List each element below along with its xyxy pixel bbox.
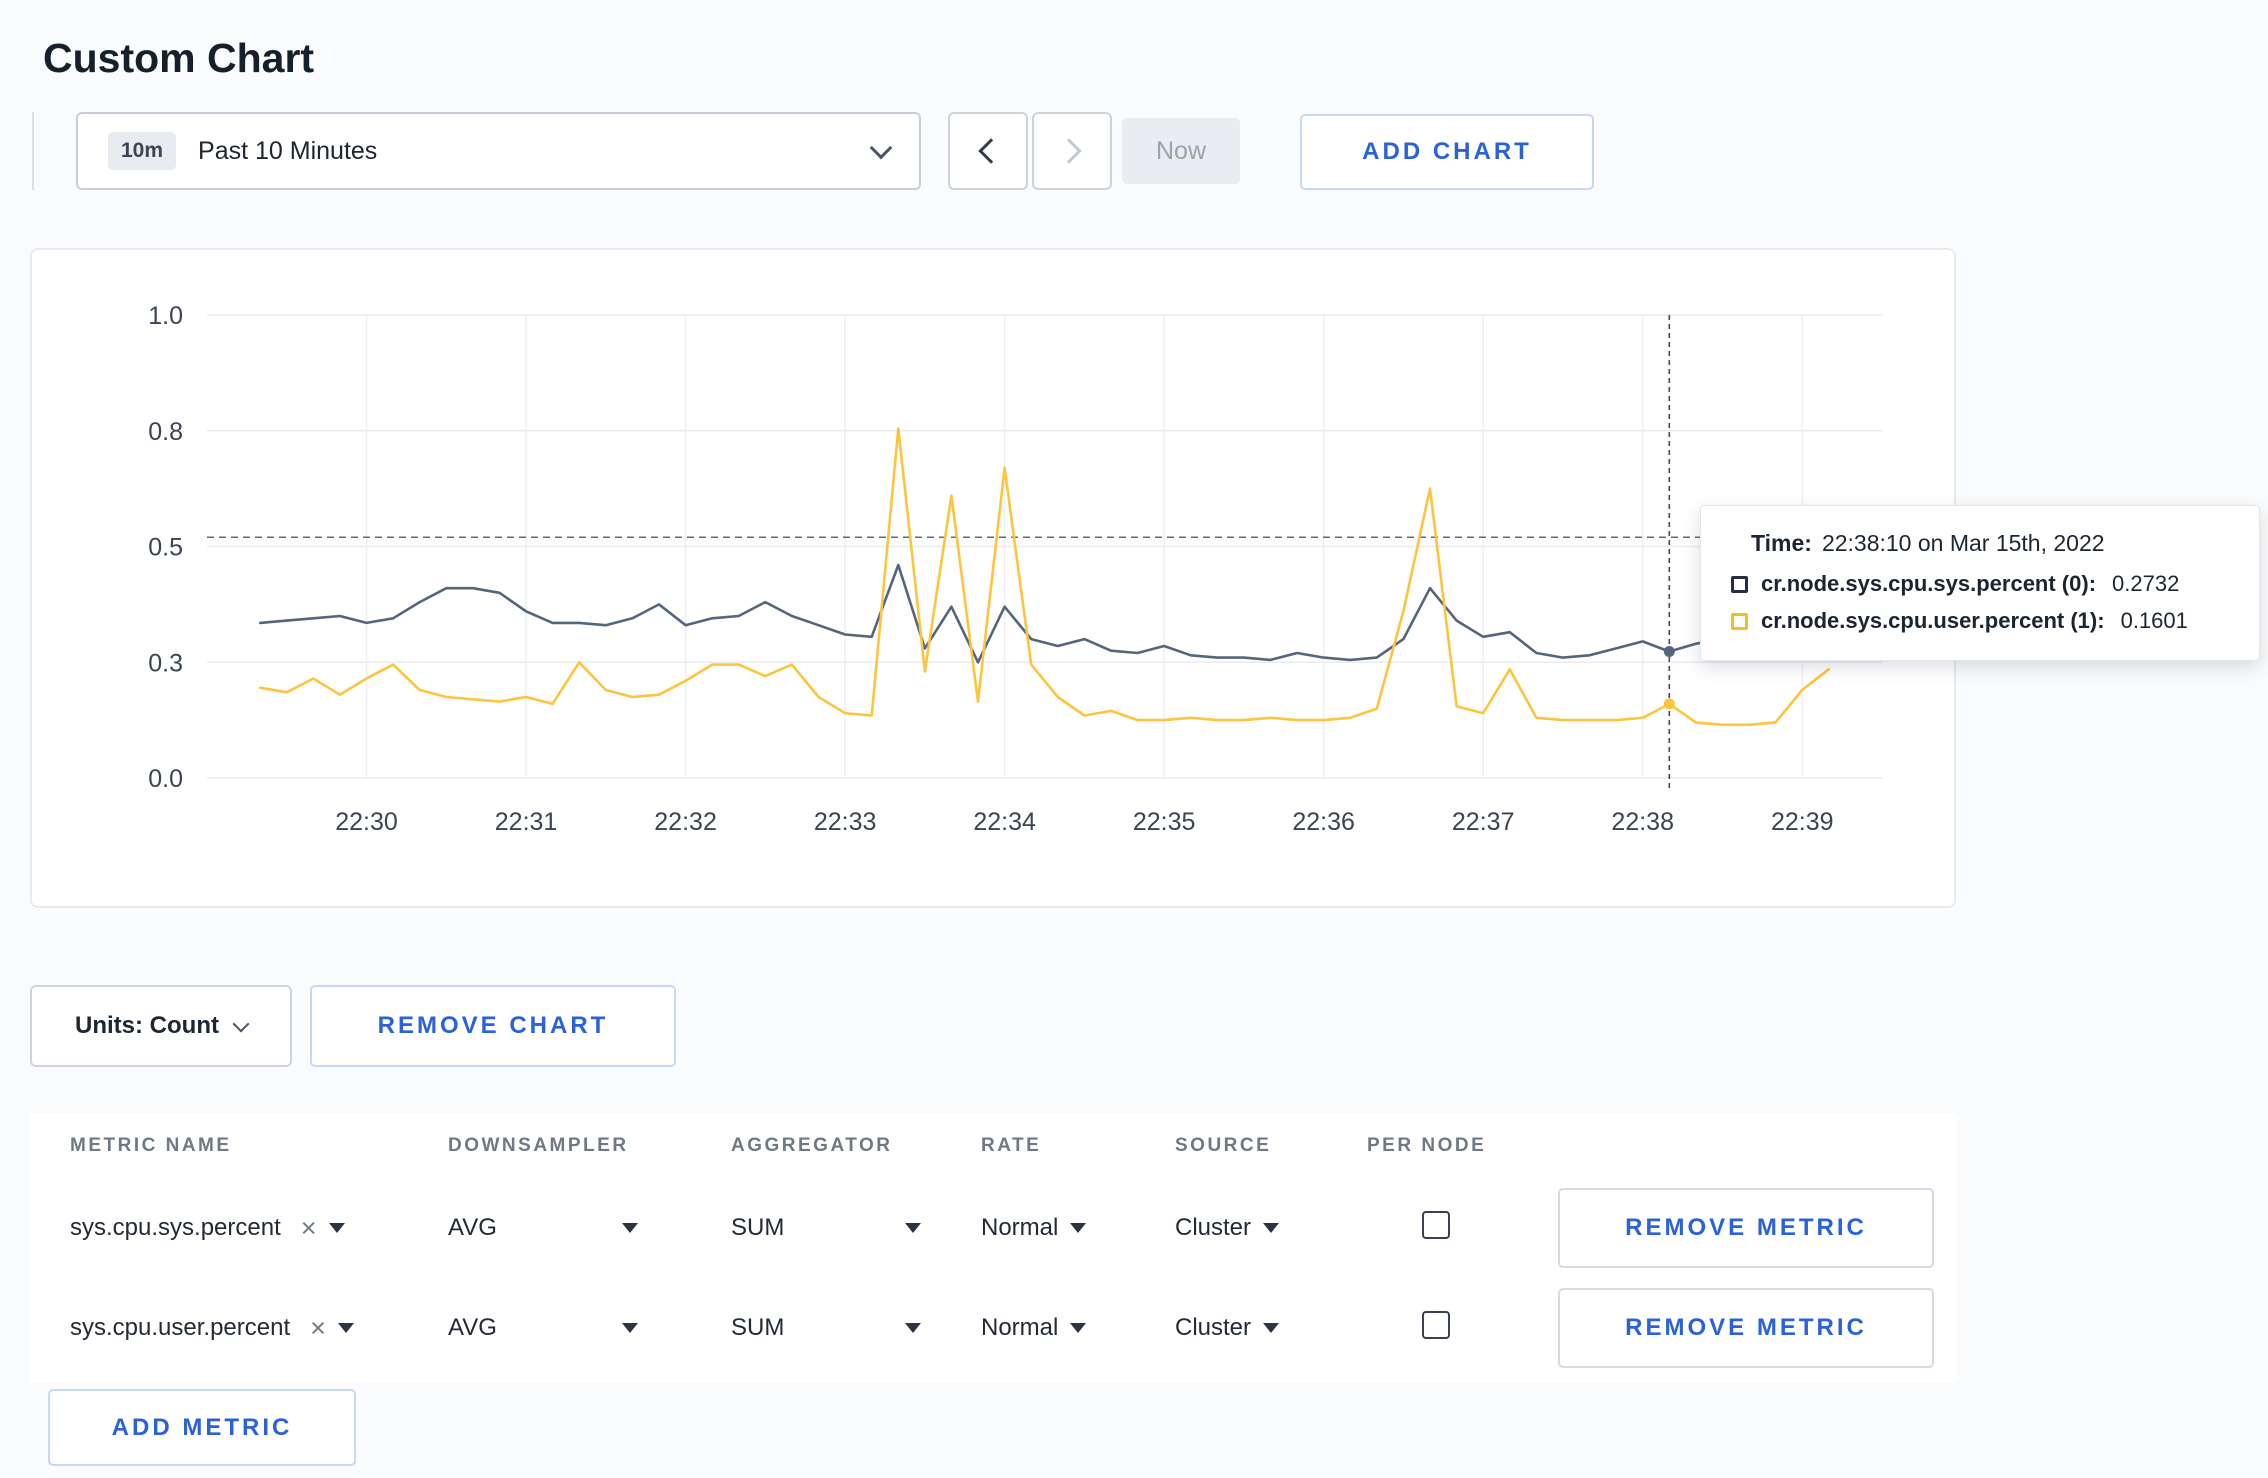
tooltip-series-row: cr.node.sys.cpu.user.percent (1): 0.1601 — [1731, 608, 2229, 634]
caret-down-icon — [905, 1323, 921, 1333]
caret-down-icon — [1263, 1323, 1280, 1333]
add-metric-button[interactable]: ADD METRIC — [48, 1389, 356, 1466]
aggregator-select[interactable]: SUM — [731, 1314, 921, 1342]
tooltip-time-label: Time: — [1751, 530, 1812, 556]
caret-down-icon — [622, 1323, 638, 1333]
rate-value: Normal — [981, 1314, 1059, 1341]
caret-down-icon — [337, 1323, 354, 1333]
metric-name-select[interactable]: sys.cpu.sys.percent × — [30, 1214, 448, 1242]
metrics-table: METRIC NAME DOWNSAMPLER AGGREGATOR RATE … — [30, 1114, 1956, 1382]
time-range-select[interactable]: 10m Past 10 Minutes — [76, 112, 921, 190]
svg-text:22:36: 22:36 — [1292, 808, 1355, 836]
svg-text:22:35: 22:35 — [1133, 808, 1196, 836]
now-button[interactable]: Now — [1122, 118, 1240, 184]
add-chart-button[interactable]: ADD CHART — [1300, 114, 1594, 190]
caret-down-icon — [328, 1223, 345, 1233]
svg-text:0.0: 0.0 — [148, 765, 183, 793]
caret-down-icon — [905, 1223, 921, 1233]
rate-select[interactable]: Normal — [981, 1314, 1175, 1342]
aggregator-value: SUM — [731, 1314, 785, 1341]
metric-row: sys.cpu.user.percent × AVG SUM Normal Cl… — [30, 1278, 1956, 1378]
caret-down-icon — [1263, 1223, 1280, 1233]
svg-text:0.8: 0.8 — [148, 418, 183, 446]
downsampler-value: AVG — [448, 1214, 497, 1241]
source-value: Cluster — [1175, 1314, 1252, 1341]
metrics-table-header: METRIC NAME DOWNSAMPLER AGGREGATOR RATE … — [30, 1114, 1956, 1178]
caret-down-icon — [1070, 1223, 1087, 1233]
column-header-source: SOURCE — [1175, 1135, 1272, 1156]
time-pager — [948, 112, 1112, 190]
remove-chart-button[interactable]: REMOVE CHART — [310, 985, 676, 1067]
svg-text:22:38: 22:38 — [1611, 808, 1674, 836]
svg-text:0.3: 0.3 — [148, 649, 183, 677]
time-range-badge: 10m — [108, 132, 177, 170]
tooltip-swatch — [1731, 575, 1748, 593]
metric-row: sys.cpu.sys.percent × AVG SUM Normal Clu… — [30, 1178, 1956, 1278]
toolbar-divider — [32, 112, 34, 190]
aggregator-value: SUM — [731, 1214, 785, 1241]
svg-text:22:33: 22:33 — [814, 808, 877, 836]
svg-text:22:39: 22:39 — [1771, 808, 1834, 836]
tooltip-series-value: 0.1601 — [2120, 608, 2188, 633]
source-select[interactable]: Cluster — [1175, 1314, 1367, 1342]
downsampler-select[interactable]: AVG — [448, 1314, 638, 1342]
remove-metric-button[interactable]: REMOVE METRIC — [1558, 1288, 1934, 1368]
time-range-label: Past 10 Minutes — [198, 136, 378, 165]
tooltip-swatch — [1731, 612, 1748, 630]
chevron-down-icon — [232, 1015, 250, 1033]
per-node-checkbox[interactable] — [1422, 1310, 1450, 1339]
aggregator-select[interactable]: SUM — [731, 1214, 921, 1242]
tooltip-series-label: cr.node.sys.cpu.user.percent (1): — [1761, 608, 2105, 633]
units-label: Units: Count — [75, 1012, 219, 1039]
tooltip-series-row: cr.node.sys.cpu.sys.percent (0): 0.2732 — [1731, 571, 2229, 597]
chart-card: 0.0 0.3 0.5 0.8 1.0 22:30 22:31 22:32 22:33 22:34… — [30, 248, 1956, 908]
chart-plot[interactable]: 0.0 0.3 0.5 0.8 1.0 22:30 22:31 22:32 22:33 22:34… — [32, 250, 1954, 906]
svg-text:22:34: 22:34 — [973, 808, 1036, 836]
downsampler-value: AVG — [448, 1314, 497, 1341]
rate-select[interactable]: Normal — [981, 1214, 1175, 1242]
clear-metric-icon[interactable]: × — [301, 1214, 317, 1242]
time-prev-button[interactable] — [948, 112, 1028, 190]
units-select[interactable]: Units: Count — [30, 985, 292, 1067]
per-node-checkbox[interactable] — [1422, 1210, 1450, 1239]
column-header-rate: RATE — [981, 1135, 1042, 1156]
svg-text:22:37: 22:37 — [1452, 808, 1515, 836]
tooltip-time: Time: 22:38:10 on Mar 15th, 2022 — [1751, 530, 2229, 557]
column-header-aggregator: AGGREGATOR — [731, 1135, 893, 1156]
clear-metric-icon[interactable]: × — [310, 1314, 326, 1342]
chevron-left-icon — [978, 138, 1004, 164]
column-header-metric-name: METRIC NAME — [70, 1135, 232, 1156]
time-next-button[interactable] — [1032, 112, 1112, 190]
svg-text:22:30: 22:30 — [335, 808, 398, 836]
chevron-right-icon — [1056, 138, 1082, 164]
metric-name-select[interactable]: sys.cpu.user.percent × — [30, 1314, 448, 1342]
chevron-down-icon — [869, 136, 893, 160]
caret-down-icon — [1070, 1323, 1087, 1333]
toolbar: 10m Past 10 Minutes Now ADD CHART — [0, 112, 2268, 190]
svg-text:0.5: 0.5 — [148, 534, 183, 562]
chart-tooltip: Time: 22:38:10 on Mar 15th, 2022 cr.node.… — [1700, 505, 2260, 661]
page-title: Custom Chart — [43, 35, 315, 82]
metric-name-label: sys.cpu.sys.percent — [70, 1214, 281, 1241]
source-value: Cluster — [1175, 1214, 1252, 1241]
metric-name-label: sys.cpu.user.percent — [70, 1314, 291, 1341]
tooltip-series-value: 0.2732 — [2112, 571, 2180, 596]
rate-value: Normal — [981, 1214, 1059, 1241]
column-header-downsampler: DOWNSAMPLER — [448, 1135, 629, 1156]
caret-down-icon — [622, 1223, 638, 1233]
tooltip-time-value: 22:38:10 on Mar 15th, 2022 — [1821, 530, 2105, 556]
remove-metric-button[interactable]: REMOVE METRIC — [1558, 1188, 1934, 1268]
svg-text:22:31: 22:31 — [495, 808, 558, 836]
tooltip-series-label: cr.node.sys.cpu.sys.percent (0): — [1761, 571, 2097, 596]
downsampler-select[interactable]: AVG — [448, 1214, 638, 1242]
svg-text:22:32: 22:32 — [654, 808, 717, 836]
svg-text:1.0: 1.0 — [148, 302, 183, 330]
source-select[interactable]: Cluster — [1175, 1214, 1367, 1242]
column-header-per-node: PER NODE — [1367, 1135, 1487, 1156]
